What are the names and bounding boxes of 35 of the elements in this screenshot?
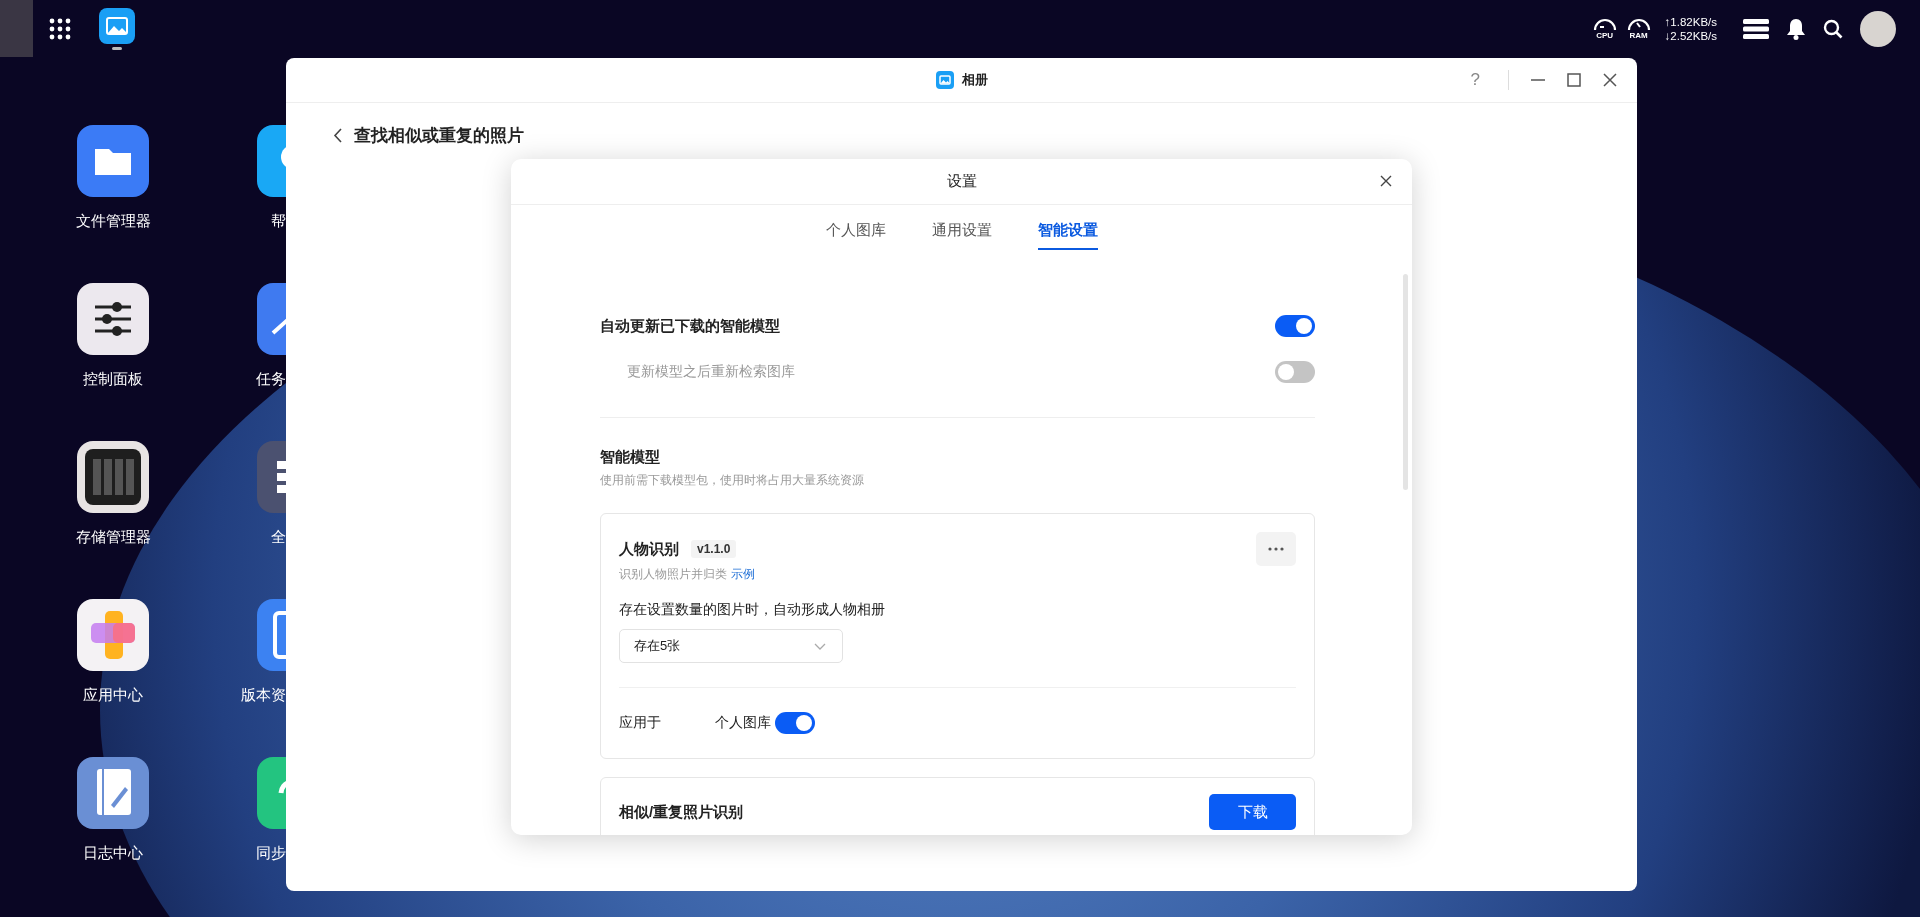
settings-tab[interactable]: 个人图库 bbox=[825, 221, 886, 250]
model-name: 相似/重复照片识别 bbox=[619, 802, 744, 822]
download-button[interactable]: 下载 bbox=[1209, 794, 1296, 830]
desktop-icon-label[interactable]: 控制面板 bbox=[83, 369, 143, 389]
dialog-title: 设置 bbox=[946, 172, 977, 191]
settings-tab[interactable]: 智能设置 bbox=[1037, 221, 1098, 250]
model-description: 识别人物照片并归类 bbox=[619, 566, 727, 583]
example-link[interactable]: 示例 bbox=[731, 566, 755, 583]
desktop-icon-label[interactable]: 版本资 bbox=[241, 685, 286, 705]
version-tag: v1.1.0 bbox=[691, 540, 737, 558]
threshold-label: 存在设置数量的图片时，自动形成人物相册 bbox=[619, 601, 886, 619]
desktop-icon-label[interactable]: 文件管理器 bbox=[75, 211, 151, 231]
setting-label: 更新模型之后重新检索图库 bbox=[626, 363, 795, 381]
window-title: 相册 bbox=[961, 71, 988, 89]
desktop-icon-label[interactable]: 日志中心 bbox=[83, 843, 143, 863]
threshold-dropdown[interactable]: 存在5张 bbox=[619, 629, 843, 663]
page-title: 查找相似或重复的照片 bbox=[354, 124, 524, 147]
help-button[interactable]: ? bbox=[1464, 70, 1486, 90]
desktop-icon-label[interactable]: 同步 bbox=[256, 843, 286, 863]
desktop-icon-label[interactable]: 帮 bbox=[271, 211, 286, 231]
settings-tab[interactable]: 通用设置 bbox=[931, 221, 992, 250]
download-speed: ↓2.52KB/s bbox=[1664, 28, 1717, 43]
cpu-label: CPU bbox=[1596, 31, 1613, 40]
model-name: 人物识别 bbox=[619, 539, 679, 559]
desktop-icon-label[interactable]: 全 bbox=[271, 527, 286, 547]
apply-label: 应用于 bbox=[619, 714, 661, 732]
desktop-icon-label[interactable]: 存储管理器 bbox=[75, 527, 151, 547]
upload-speed: ↑1.82KB/s bbox=[1664, 14, 1717, 29]
section-title: 智能模型 bbox=[600, 447, 661, 467]
apply-target-label: 个人图库 bbox=[715, 714, 771, 732]
ram-label: RAM bbox=[1629, 31, 1648, 40]
section-description: 使用前需下载模型包，使用时将占用大量系统资源 bbox=[600, 472, 865, 489]
desktop-icon-label[interactable]: 任务 bbox=[256, 369, 286, 389]
setting-label: 自动更新已下载的智能模型 bbox=[600, 316, 780, 336]
desktop-icon-label[interactable]: 应用中心 bbox=[83, 685, 143, 705]
